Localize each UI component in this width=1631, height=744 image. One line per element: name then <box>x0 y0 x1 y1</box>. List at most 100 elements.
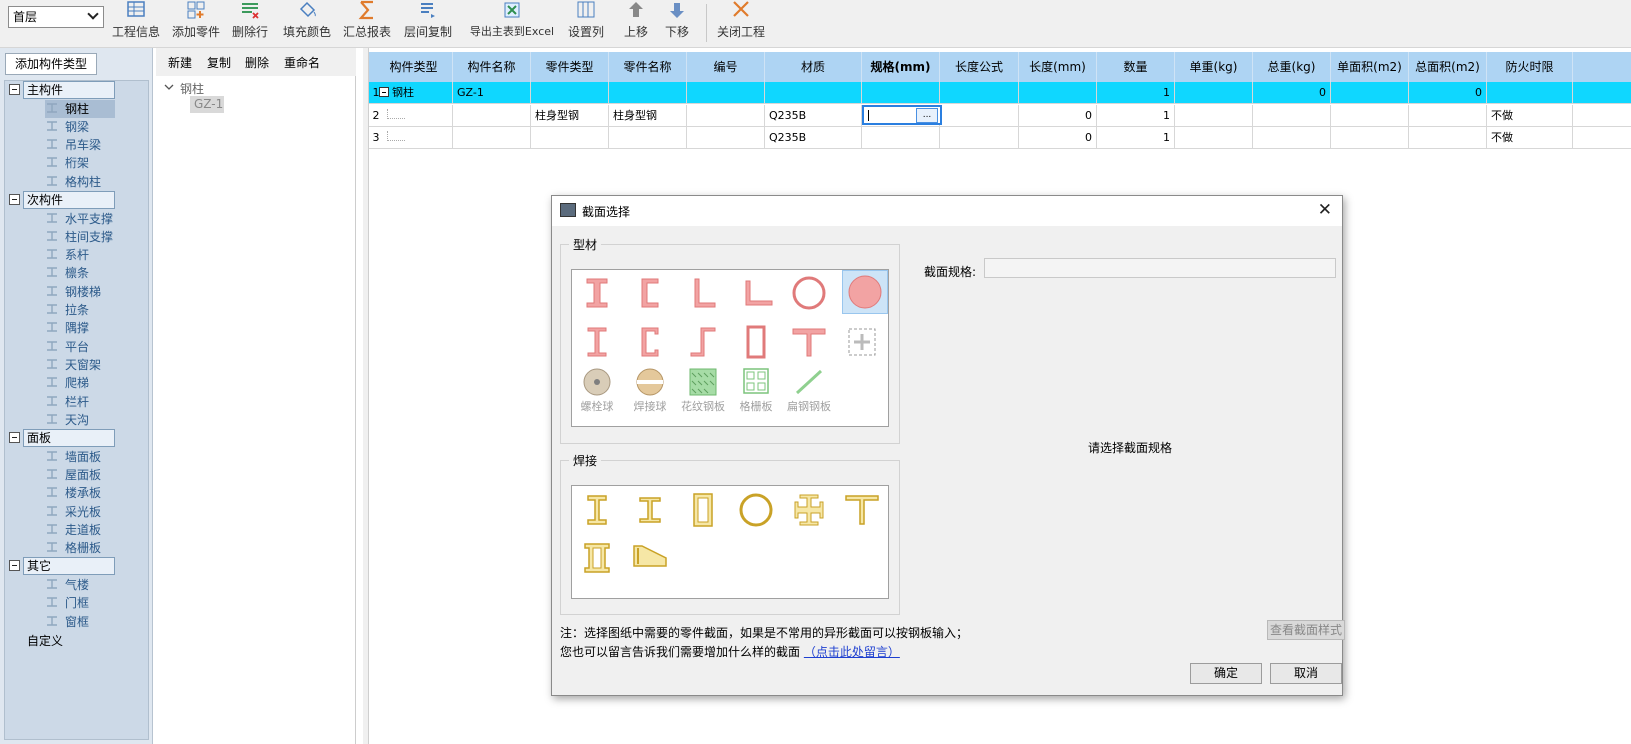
table-cell[interactable] <box>1253 127 1331 149</box>
column-header[interactable]: 长度(mm) <box>1019 52 1097 82</box>
table-cell[interactable] <box>765 82 862 104</box>
table-cell[interactable] <box>531 127 609 149</box>
table-cell[interactable]: Q235B <box>765 127 862 149</box>
table-cell[interactable] <box>609 82 687 104</box>
table-cell[interactable] <box>375 127 453 149</box>
table-cell[interactable] <box>1331 127 1409 149</box>
summary-report-button[interactable]: 汇总报表 <box>342 0 392 44</box>
column-header[interactable]: 单面积(m2) <box>1331 52 1409 82</box>
table-row[interactable]: 1 钢柱 GZ-1 1 0 0 <box>369 82 1631 104</box>
table-cell[interactable] <box>687 104 765 127</box>
table-cell[interactable] <box>1331 104 1409 127</box>
table-cell[interactable]: 1 <box>1097 104 1175 127</box>
close-project-button[interactable]: 关闭工程 <box>716 0 766 44</box>
t-section-icon[interactable] <box>789 322 829 362</box>
add-part-button[interactable]: 添加零件 <box>170 0 222 44</box>
tree-item[interactable]: 格栅板 <box>45 539 115 557</box>
ellipsis-button[interactable]: ... <box>916 107 938 123</box>
table-cell[interactable] <box>375 104 453 127</box>
tree-item[interactable]: 天窗架 <box>45 356 115 374</box>
spec-cell-editor[interactable]: ... <box>862 104 942 125</box>
column-header[interactable]: 材质 <box>765 52 862 82</box>
tree-item[interactable]: 平台 <box>45 338 115 356</box>
table-cell[interactable] <box>1331 82 1409 104</box>
tree-item-custom[interactable]: 自定义 <box>27 632 97 650</box>
column-header[interactable]: 数量 <box>1097 52 1175 82</box>
tree-item[interactable]: 钢楼梯 <box>45 283 115 301</box>
weld-tube-icon[interactable] <box>736 490 776 530</box>
channel-icon[interactable] <box>630 273 670 313</box>
i-beam-icon[interactable] <box>577 273 617 313</box>
table-row[interactable]: 3 Q235B 0 1 不做 <box>369 127 1631 149</box>
table-cell[interactable] <box>453 127 531 149</box>
table-cell[interactable] <box>687 82 765 104</box>
tree-item[interactable]: 格构柱 <box>45 173 115 191</box>
tree-item[interactable]: 隅撑 <box>45 319 115 337</box>
column-header[interactable]: 零件类型 <box>531 52 609 82</box>
table-cell[interactable] <box>1409 127 1487 149</box>
table-cell[interactable] <box>940 127 1019 149</box>
table-cell[interactable] <box>862 82 940 104</box>
column-header[interactable]: 总面积(m2) <box>1409 52 1487 82</box>
move-up-button[interactable]: 上移 <box>618 0 654 44</box>
tree-item[interactable]: 檩条 <box>45 264 115 282</box>
tree-item[interactable]: 墙面板 <box>45 448 115 466</box>
table-cell[interactable] <box>1175 104 1253 127</box>
checkered-plate-icon[interactable] <box>683 367 723 397</box>
collapse-icon[interactable] <box>379 87 389 97</box>
export-excel-button[interactable]: 导出主表到Excel <box>462 0 562 44</box>
weld-h-section-icon[interactable] <box>630 490 670 530</box>
tree-item[interactable]: 柱间支撑 <box>45 228 115 246</box>
leave-message-link[interactable]: （点击此处留言） <box>804 645 900 659</box>
table-cell[interactable]: GZ-1 <box>453 82 531 104</box>
delete-row-button[interactable]: 删除行 <box>230 0 270 44</box>
weld-t-section-icon[interactable] <box>842 490 882 530</box>
table-cell[interactable] <box>609 127 687 149</box>
tree-item[interactable]: 栏杆 <box>45 393 115 411</box>
table-cell[interactable] <box>1019 82 1097 104</box>
tree-item[interactable]: 吊车梁 <box>45 136 115 154</box>
tree-item[interactable]: 桁架 <box>45 154 115 172</box>
table-cell[interactable]: 不做 <box>1487 127 1573 149</box>
tree-item[interactable]: 钢梁 <box>45 118 115 136</box>
table-cell[interactable]: 1 <box>1097 127 1175 149</box>
table-cell[interactable]: 柱身型钢 <box>531 104 609 127</box>
column-header[interactable]: 构件类型 <box>375 52 453 82</box>
table-cell[interactable]: 0 <box>1409 82 1487 104</box>
tree-group[interactable]: 面板 <box>5 429 123 448</box>
column-header[interactable]: 防火时限 <box>1487 52 1573 82</box>
weld-cross-icon[interactable] <box>789 490 829 530</box>
collapse-icon[interactable] <box>9 560 20 572</box>
add-component-type-button[interactable]: 添加构件类型 <box>5 53 97 75</box>
table-cell[interactable]: 0 <box>1019 127 1097 149</box>
table-cell[interactable]: 钢柱 <box>375 82 453 104</box>
tree-group[interactable]: 其它 <box>5 557 123 576</box>
chevron-down-icon[interactable] <box>164 82 174 92</box>
weld-box-icon[interactable] <box>683 490 723 530</box>
column-header[interactable]: 规格(mm) <box>862 52 940 82</box>
table-cell[interactable] <box>1409 104 1487 127</box>
weld-tapered-section-icon[interactable] <box>630 538 670 578</box>
table-cell[interactable] <box>1175 82 1253 104</box>
tree-item[interactable]: 门框 <box>45 594 115 612</box>
tree-item[interactable]: 水平支撑 <box>45 210 115 228</box>
delete-button[interactable]: 删除 <box>245 54 269 71</box>
c-section-icon[interactable] <box>630 322 670 362</box>
tree-item[interactable]: 采光板 <box>45 503 115 521</box>
flat-plate-icon[interactable] <box>789 367 829 397</box>
tree-item[interactable]: 钢柱 <box>45 99 115 118</box>
copy-button[interactable]: 复制 <box>207 54 231 71</box>
set-columns-button[interactable]: 设置列 <box>566 0 606 44</box>
table-row[interactable]: 2 柱身型钢 柱身型钢 Q235B 0 1 不做 <box>369 104 1631 127</box>
floor-copy-button[interactable]: 层间复制 <box>403 0 453 44</box>
collapse-icon[interactable] <box>9 194 20 205</box>
tree-item[interactable]: 爬梯 <box>45 374 115 392</box>
table-cell[interactable] <box>940 82 1019 104</box>
table-cell[interactable] <box>1487 82 1573 104</box>
weld-double-channel-icon[interactable] <box>577 538 617 578</box>
tree-item[interactable]: 拉条 <box>45 301 115 319</box>
table-cell[interactable] <box>862 127 940 149</box>
table-cell[interactable] <box>1253 104 1331 127</box>
tree-group[interactable]: 主构件 <box>5 81 123 99</box>
table-cell[interactable] <box>940 104 1019 127</box>
